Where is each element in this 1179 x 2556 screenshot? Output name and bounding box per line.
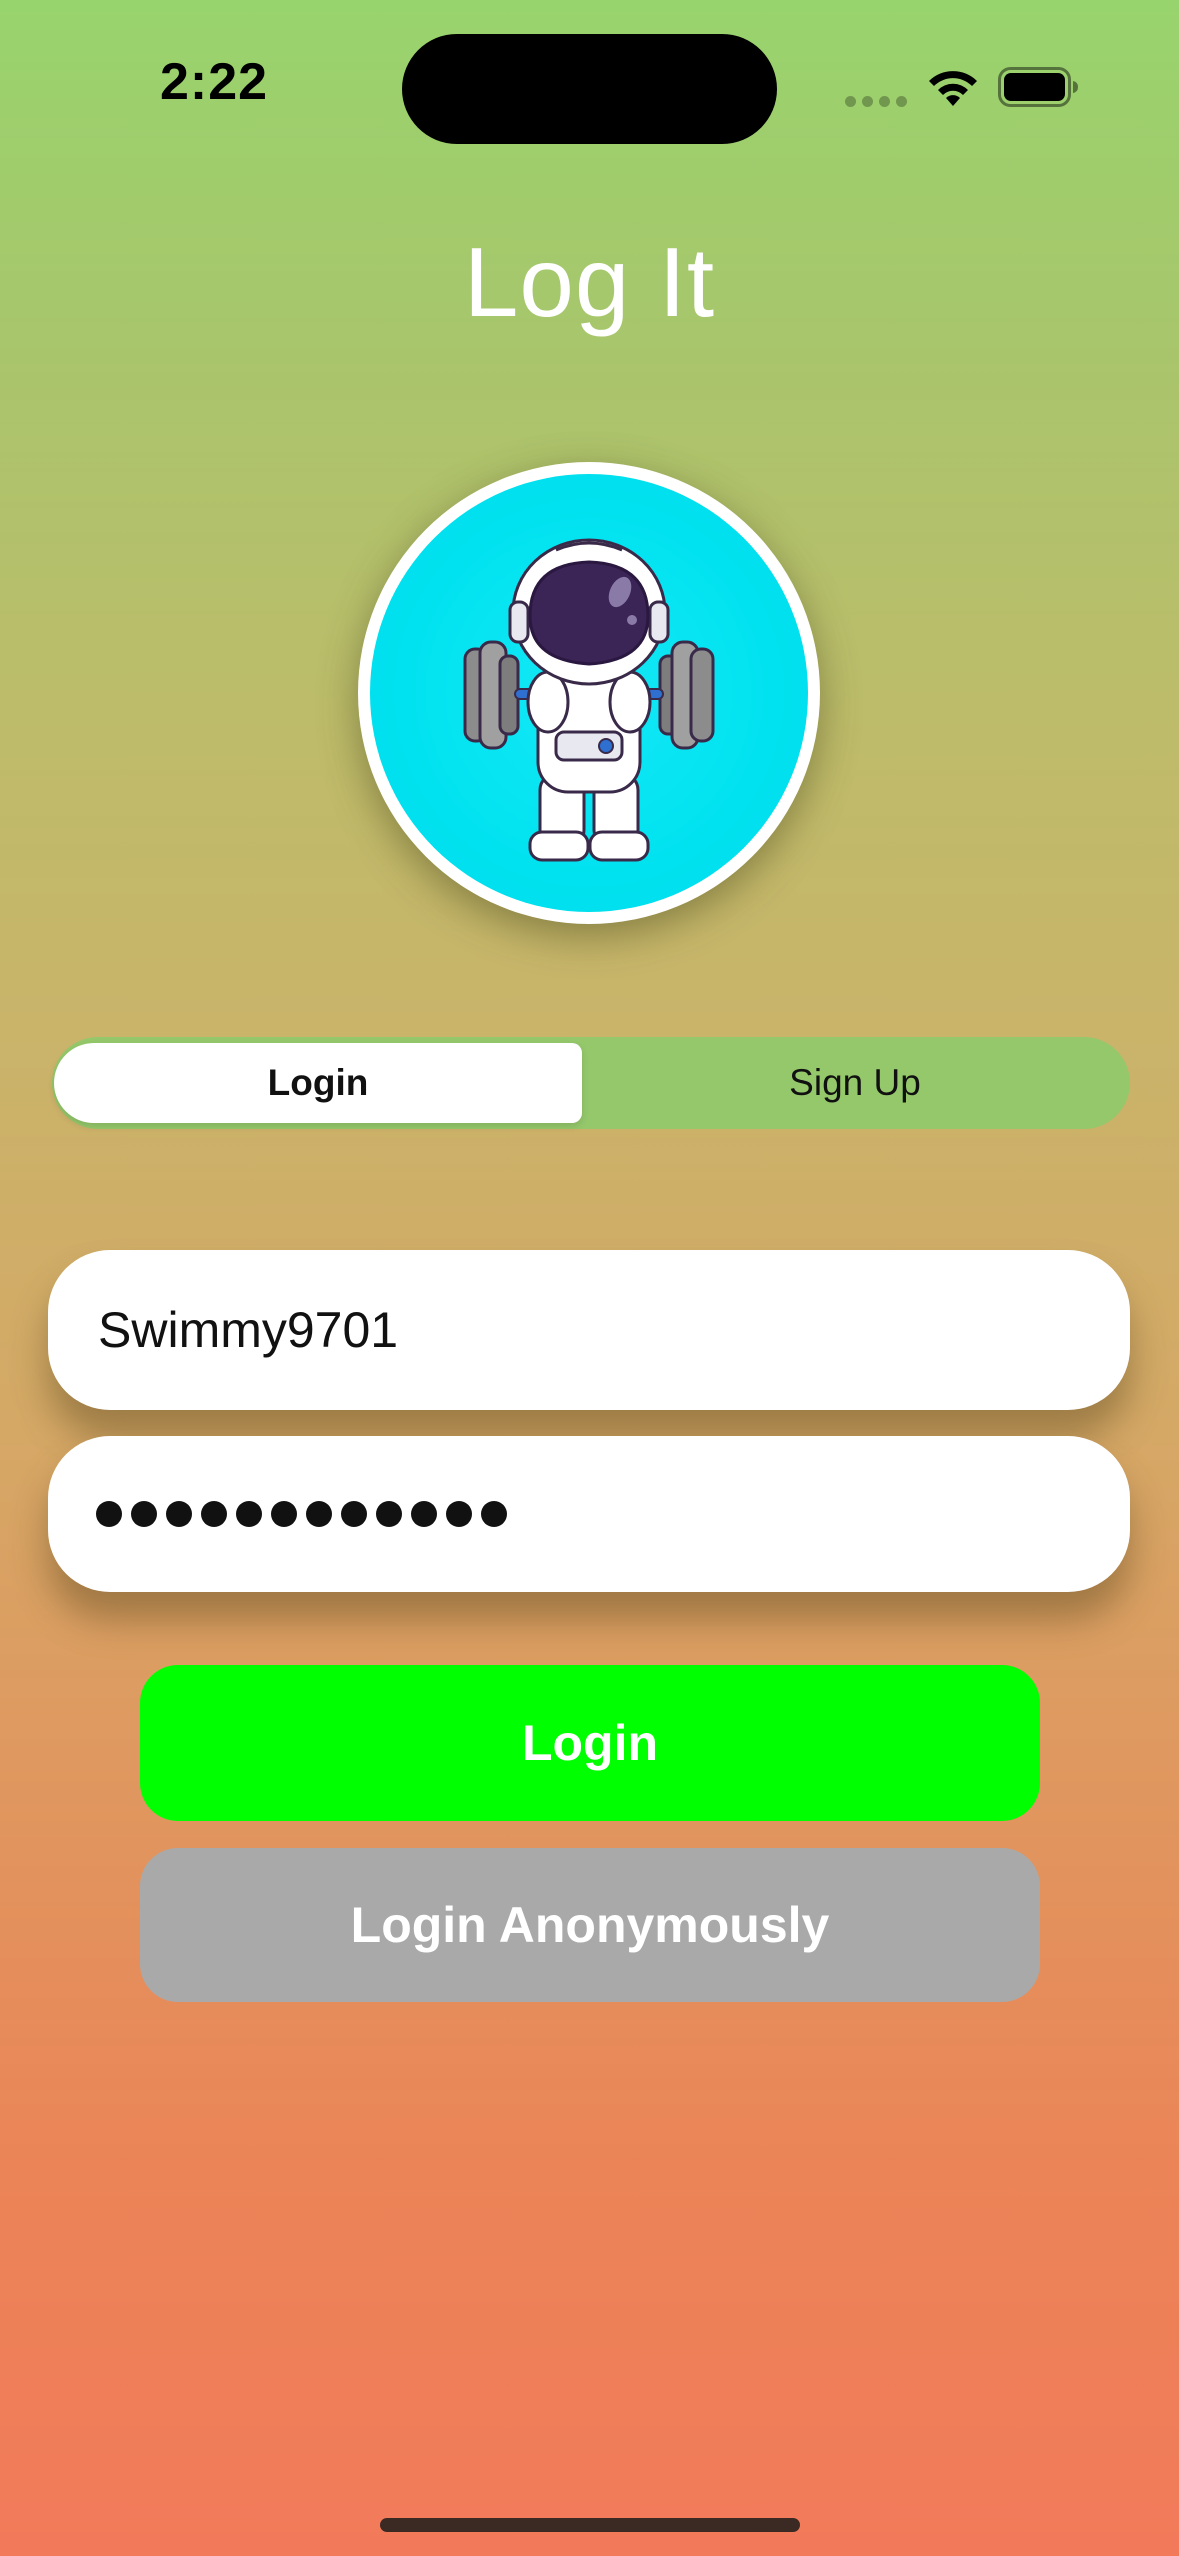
password-dot: [446, 1501, 472, 1527]
password-dot: [166, 1501, 192, 1527]
password-masked-value: [96, 1501, 507, 1527]
status-time: 2:22: [160, 53, 269, 111]
app-title: Log It: [463, 227, 716, 337]
avatar-image: [370, 474, 808, 912]
password-dot: [341, 1501, 367, 1527]
username-input[interactable]: [96, 1300, 1130, 1360]
username-field[interactable]: [48, 1250, 1130, 1410]
password-dot: [131, 1501, 157, 1527]
segment-sign-up[interactable]: Sign Up: [590, 1043, 1120, 1123]
astronaut-barbell-icon: [463, 538, 715, 862]
segment-login[interactable]: Login: [54, 1043, 582, 1123]
cellular-signal-icon: [845, 96, 907, 107]
auth-mode-segmented-control: Login Sign Up: [52, 1037, 1130, 1129]
password-dot: [236, 1501, 262, 1527]
password-dot: [271, 1501, 297, 1527]
dynamic-island: [402, 34, 777, 144]
avatar: [358, 462, 820, 924]
password-dot: [411, 1501, 437, 1527]
password-dot: [306, 1501, 332, 1527]
login-button[interactable]: Login: [140, 1665, 1040, 1821]
login-anonymously-button[interactable]: Login Anonymously: [140, 1848, 1040, 2002]
password-field[interactable]: [48, 1436, 1130, 1592]
password-dot: [481, 1501, 507, 1527]
home-indicator: [380, 2518, 800, 2532]
password-dot: [96, 1501, 122, 1527]
password-dot: [201, 1501, 227, 1527]
wifi-icon: [929, 71, 977, 106]
battery-icon: [998, 67, 1078, 107]
password-dot: [376, 1501, 402, 1527]
